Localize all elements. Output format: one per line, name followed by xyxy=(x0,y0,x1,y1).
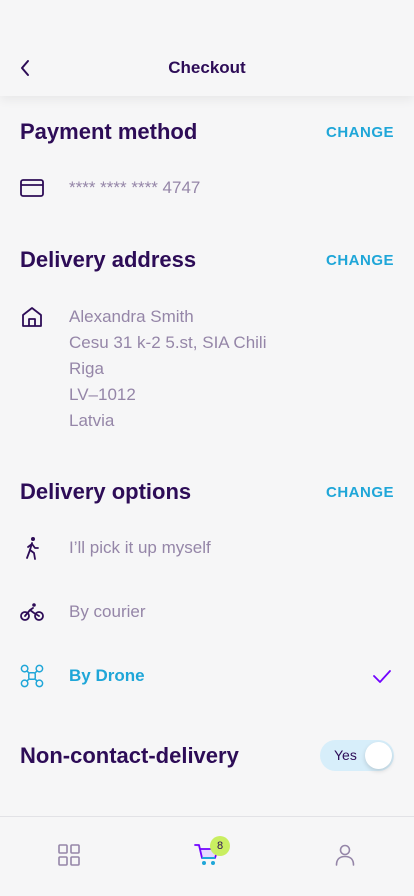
option-pickup[interactable]: I’ll pick it up myself xyxy=(0,524,414,572)
home-icon xyxy=(20,305,44,329)
address-country: Latvia xyxy=(69,411,115,430)
tab-bar: 8 xyxy=(0,816,414,896)
address-block: Alexandra Smith Cesu 31 k-2 5.st, SIA Ch… xyxy=(69,304,266,434)
delivery-address-title: Delivery address xyxy=(20,247,197,272)
user-icon xyxy=(335,844,355,866)
option-courier[interactable]: By courier xyxy=(0,588,414,636)
checkmark-icon xyxy=(373,670,391,683)
delivery-options-title: Delivery options xyxy=(20,479,192,504)
non-contact-delivery-title: Non-contact-delivery xyxy=(20,743,239,768)
header: Checkout xyxy=(0,0,414,96)
bicycle-icon xyxy=(20,600,44,624)
address-postcode: LV–1012 xyxy=(69,385,136,404)
tab-profile[interactable] xyxy=(331,841,359,869)
option-drone[interactable]: By Drone xyxy=(0,652,414,700)
page-title: Checkout xyxy=(168,58,246,77)
option-label: I’ll pick it up myself xyxy=(69,538,211,557)
payment-method-title: Payment method xyxy=(20,119,198,144)
cart-badge: 8 xyxy=(210,836,230,856)
change-delivery-button[interactable]: CHANGE xyxy=(326,484,394,501)
option-label: By Drone xyxy=(69,666,145,685)
walking-person-icon xyxy=(20,536,44,560)
grid-icon xyxy=(58,844,80,866)
option-label: By courier xyxy=(69,602,146,621)
address-city: Riga xyxy=(69,359,104,378)
toggle-knob xyxy=(365,742,392,769)
non-contact-toggle[interactable]: Yes xyxy=(320,740,394,771)
tab-catalog[interactable] xyxy=(55,841,83,869)
credit-card-icon xyxy=(20,176,44,200)
address-name: Alexandra Smith xyxy=(69,307,194,326)
change-address-button[interactable]: CHANGE xyxy=(326,252,394,269)
toggle-label: Yes xyxy=(334,747,357,763)
address-street: Cesu 31 k-2 5.st, SIA Chili xyxy=(69,333,267,352)
card-number: **** **** **** 4747 xyxy=(69,178,201,197)
drone-icon xyxy=(20,664,44,688)
change-payment-button[interactable]: CHANGE xyxy=(326,124,394,141)
